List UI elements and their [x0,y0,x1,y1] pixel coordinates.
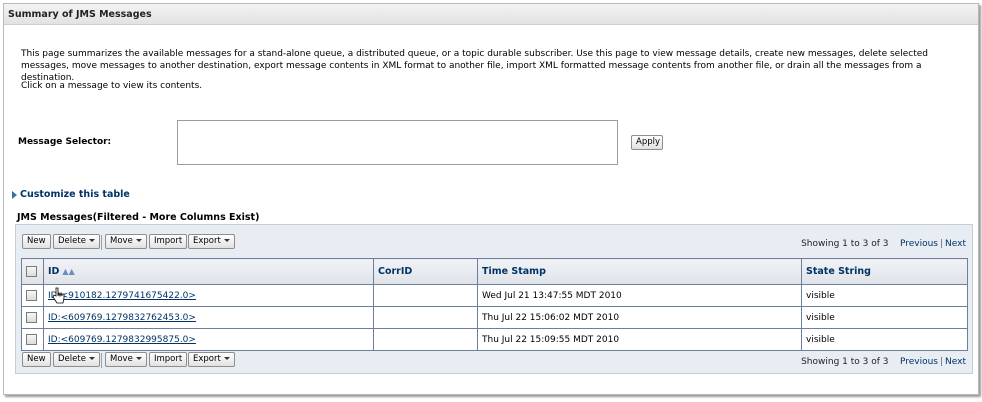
click-hint: Click on a message to view its contents. [21,81,203,91]
chevron-down-icon [135,239,142,242]
table-row: ID:<609769.1279832762453.0> Thu Jul 22 1… [21,306,968,329]
timestamp-cell: Wed Jul 21 13:47:55 MDT 2010 [477,284,802,307]
chevron-down-icon [88,357,95,360]
panel-title: Summary of JMS Messages [4,4,978,25]
corrid-cell [373,284,478,307]
previous-link[interactable]: Previous [900,357,938,367]
export-button-label: Export [193,236,221,246]
row-select-cell [21,306,44,329]
id-cell: ID:<910182.1279741675422.0> [43,284,374,307]
delete-button[interactable]: Delete [53,352,100,367]
paging-separator: | [939,357,944,367]
column-header-timestamp[interactable]: Time Stamp [477,258,802,285]
timestamp-cell: Thu Jul 22 15:06:02 MDT 2010 [477,306,802,329]
chevron-down-icon [223,357,230,360]
row-checkbox[interactable] [26,334,37,345]
column-header-id-label: ID [48,266,60,277]
row-select-cell [21,284,44,307]
import-button[interactable]: Import [149,352,188,367]
next-link[interactable]: Next [945,239,966,249]
state-cell: visible [801,284,968,307]
message-selector-label: Message Selector: [18,137,112,147]
export-button-label: Export [193,354,221,364]
table-header-row: ID ▲▲ CorrID Time Stamp State String [21,258,968,285]
message-id-link[interactable]: ID:<609769.1279832995875.0> [48,335,196,345]
import-button[interactable]: Import [149,234,188,249]
corrid-cell [373,328,478,351]
corrid-cell [373,306,478,329]
chevron-down-icon [135,357,142,360]
chevron-down-icon [223,239,230,242]
sort-ascending-icon[interactable]: ▲▲ [62,267,74,276]
new-button[interactable]: New [22,352,51,367]
move-button-label: Move [110,354,133,364]
table-row: ID:<609769.1279832995875.0> Thu Jul 22 1… [21,328,968,351]
jms-messages-table-container: New Delete Move Import Export Showing 1 … [15,224,973,374]
move-button-label: Move [110,236,133,246]
timestamp-cell: Thu Jul 22 15:09:55 MDT 2010 [477,328,802,351]
column-header-state[interactable]: State String [801,258,968,285]
id-cell: ID:<609769.1279832762453.0> [43,306,374,329]
new-button[interactable]: New [22,234,51,249]
message-selector-input[interactable] [177,120,618,165]
row-select-cell [21,328,44,351]
showing-count: Showing 1 to 3 of 3 [801,357,889,367]
customize-table-link[interactable]: Customize this table [20,189,130,200]
chevron-down-icon [88,239,95,242]
apply-button[interactable]: Apply [631,135,663,150]
row-checkbox[interactable] [26,290,37,301]
state-cell: visible [801,328,968,351]
table-title: JMS Messages(Filtered - More Columns Exi… [17,212,260,223]
expand-triangle-icon [12,190,17,199]
id-cell: ID:<609769.1279832995875.0> [43,328,374,351]
export-button[interactable]: Export [188,352,235,367]
delete-button-label: Delete [58,354,86,364]
table-toolbar-top: New Delete Move Import Export Showing 1 … [16,234,972,254]
paging-separator: | [939,239,944,249]
row-checkbox[interactable] [26,312,37,323]
toolbar-separator [101,235,102,250]
jms-summary-panel: Summary of JMS Messages This page summar… [3,3,979,395]
select-all-header [21,258,44,285]
column-header-id[interactable]: ID ▲▲ [43,258,374,285]
next-link[interactable]: Next [945,357,966,367]
state-cell: visible [801,306,968,329]
delete-button[interactable]: Delete [53,234,100,249]
column-header-corrid[interactable]: CorrID [373,258,478,285]
paging-info: Showing 1 to 3 of 3 Previous | Next [801,239,966,249]
customize-table-toggle[interactable]: Customize this table [12,189,130,200]
delete-button-label: Delete [58,236,86,246]
toolbar-separator [101,353,102,368]
message-id-link[interactable]: ID:<910182.1279741675422.0> [48,291,196,301]
showing-count: Showing 1 to 3 of 3 [801,239,889,249]
table-row: ID:<910182.1279741675422.0> Wed Jul 21 1… [21,284,968,307]
select-all-checkbox[interactable] [26,266,37,277]
table-toolbar-bottom: New Delete Move Import Export Showing 1 … [16,352,972,372]
paging-info: Showing 1 to 3 of 3 Previous | Next [801,357,966,367]
message-id-link[interactable]: ID:<609769.1279832762453.0> [48,313,196,323]
move-button[interactable]: Move [105,234,147,249]
previous-link[interactable]: Previous [900,239,938,249]
page-description: This page summarizes the available messa… [21,49,928,83]
move-button[interactable]: Move [105,352,147,367]
jms-messages-table: ID ▲▲ CorrID Time Stamp State String ID:<… [21,258,968,351]
hand-cursor-icon [52,287,65,304]
export-button[interactable]: Export [188,234,235,249]
